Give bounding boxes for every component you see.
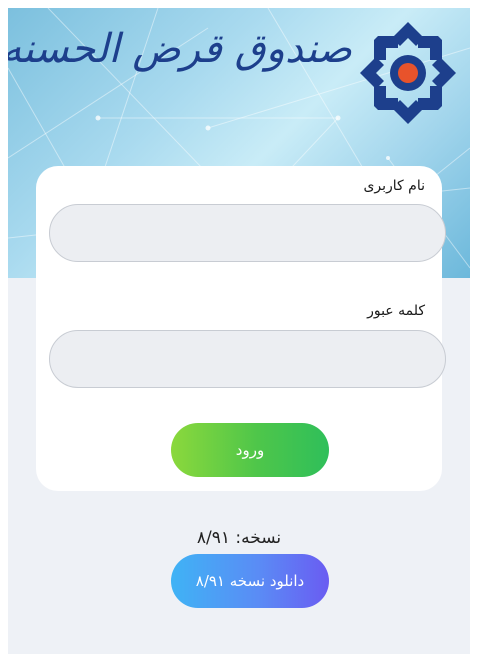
login-card: نام کاربری کلمه عبور ورود [36,166,446,491]
download-version-button[interactable]: دانلود نسخه ۸/۹۱ [171,554,329,608]
username-input[interactable] [49,204,446,262]
app-screen: صندوق قرض الحسنه جام جم نام کاربری کلمه … [8,8,470,654]
username-label: نام کاربری [363,178,425,194]
password-label: کلمه عبور [367,303,425,319]
login-button[interactable]: ورود [171,423,329,477]
fund-name-logo: صندوق قرض الحسنه جام جم [8,26,352,72]
password-input[interactable] [49,330,446,388]
version-label: نسخه: ۸/۹۱ [196,528,282,548]
fund-emblem-icon [360,22,456,124]
